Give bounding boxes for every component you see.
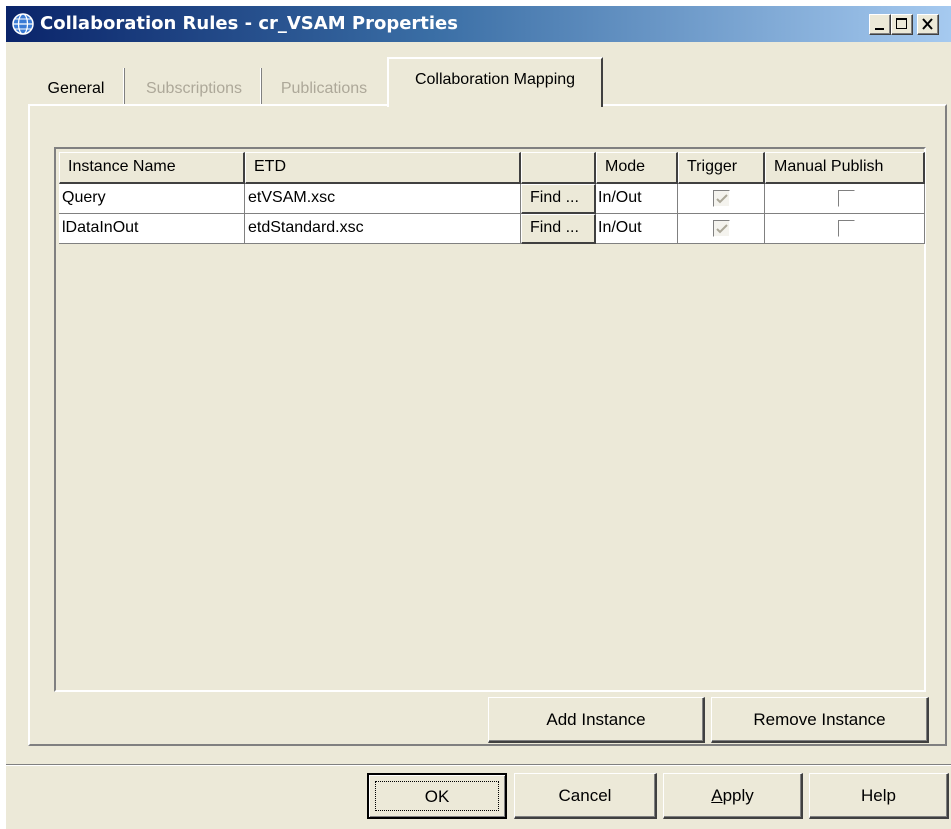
tab-publications[interactable]: Publications (264, 72, 384, 106)
cancel-button[interactable]: Cancel (514, 773, 657, 819)
column-header-find[interactable] (521, 152, 596, 184)
column-header-mode[interactable]: Mode (596, 152, 678, 184)
column-header-manual-publish[interactable]: Manual Publish (765, 152, 925, 184)
window-title: Collaboration Rules - cr_VSAM Properties (40, 13, 458, 34)
instance-name-cell[interactable]: Query (59, 184, 245, 214)
manual-publish-cell[interactable] (765, 214, 925, 244)
mode-cell[interactable]: In/Out (596, 184, 678, 214)
tab-general-label: General (47, 80, 105, 97)
apply-button[interactable]: Apply (663, 773, 803, 819)
column-header-instance-name[interactable]: Instance Name (59, 152, 245, 184)
etd-cell[interactable]: etVSAM.xsc (245, 184, 521, 214)
etd-cell[interactable]: etdStandard.xsc (245, 214, 521, 244)
add-instance-label: Add Instance (546, 710, 646, 729)
trigger-checkbox[interactable] (713, 190, 730, 207)
apply-label: Apply (711, 786, 754, 805)
cancel-label: Cancel (558, 786, 612, 805)
manual-publish-checkbox[interactable] (838, 220, 855, 237)
column-header-etd[interactable]: ETD (245, 152, 521, 184)
apply-mnemonic: A (711, 786, 723, 805)
tab-subscriptions-label: Subscriptions (145, 80, 243, 97)
tab-publications-label: Publications (280, 80, 368, 97)
ok-label: OK (424, 787, 450, 806)
remove-instance-button[interactable]: Remove Instance (711, 697, 929, 743)
tab-collaboration-mapping[interactable]: Collaboration Mapping (387, 57, 603, 107)
tab-divider (123, 68, 125, 104)
globe-icon (12, 13, 34, 35)
table-row[interactable]: Query etVSAM.xsc Find ... In/Out (59, 184, 925, 214)
table-row[interactable]: lDataInOut etdStandard.xsc Find ... In/O… (59, 214, 925, 244)
find-etd-button[interactable]: Find ... (521, 184, 596, 214)
remove-instance-label: Remove Instance (753, 710, 886, 729)
apply-label-rest: pply (722, 786, 754, 805)
title-bar[interactable]: Collaboration Rules - cr_VSAM Properties (6, 6, 951, 42)
trigger-cell[interactable] (678, 214, 765, 244)
close-icon[interactable] (917, 14, 939, 35)
divider (6, 764, 951, 766)
tab-subscriptions[interactable]: Subscriptions (127, 72, 261, 106)
tab-general[interactable]: General (28, 72, 124, 106)
find-etd-button[interactable]: Find ... (521, 214, 596, 244)
tab-collaboration-mapping-label: Collaboration Mapping (414, 71, 576, 88)
mode-cell[interactable]: In/Out (596, 214, 678, 244)
help-label: Help (861, 786, 896, 805)
instance-table: Instance Name ETD Mode Trigger Manual Pu… (54, 147, 926, 692)
trigger-cell[interactable] (678, 184, 765, 214)
manual-publish-checkbox[interactable] (838, 190, 855, 207)
properties-dialog: Collaboration Rules - cr_VSAM Properties… (5, 5, 951, 829)
add-instance-button[interactable]: Add Instance (488, 697, 705, 743)
trigger-checkbox[interactable] (713, 220, 730, 237)
minimize-icon[interactable] (869, 14, 891, 35)
instance-name-cell[interactable]: lDataInOut (59, 214, 245, 244)
tab-divider (260, 68, 262, 104)
column-header-trigger[interactable]: Trigger (678, 152, 765, 184)
maximize-icon[interactable] (891, 14, 913, 35)
manual-publish-cell[interactable] (765, 184, 925, 214)
help-button[interactable]: Help (809, 773, 949, 819)
ok-button[interactable]: OK (367, 773, 507, 819)
